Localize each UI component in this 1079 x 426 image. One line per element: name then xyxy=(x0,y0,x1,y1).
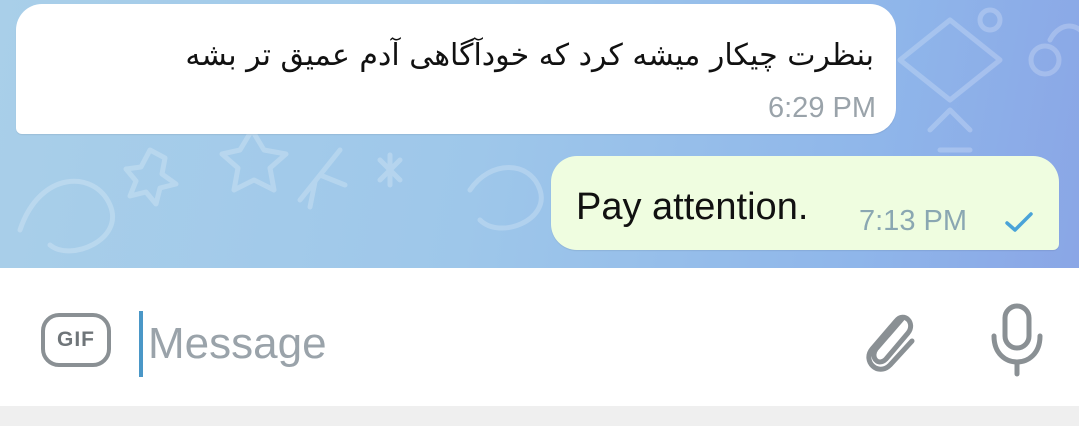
outgoing-message-time: 7:13 PM xyxy=(859,205,967,237)
gif-button[interactable]: GIF xyxy=(41,313,111,367)
outgoing-message-text: Pay attention. xyxy=(576,186,809,228)
sent-check-icon xyxy=(1005,212,1033,232)
microphone-icon[interactable] xyxy=(986,302,1048,378)
paperclip-icon[interactable] xyxy=(858,305,922,379)
message-input[interactable] xyxy=(148,312,828,376)
incoming-message-text: بنظرت چیکار میشه کرد که خودآگاهی آدم عمی… xyxy=(185,38,874,73)
incoming-message-time: 6:29 PM xyxy=(768,92,876,124)
text-cursor xyxy=(139,311,143,377)
bottom-strip xyxy=(0,406,1079,426)
chat-area[interactable]: بنظرت چیکار میشه کرد که خودآگاهی آدم عمی… xyxy=(0,0,1079,268)
outgoing-message-bubble[interactable]: Pay attention. 7:13 PM xyxy=(551,156,1059,250)
incoming-message-bubble[interactable]: بنظرت چیکار میشه کرد که خودآگاهی آدم عمی… xyxy=(16,4,896,134)
